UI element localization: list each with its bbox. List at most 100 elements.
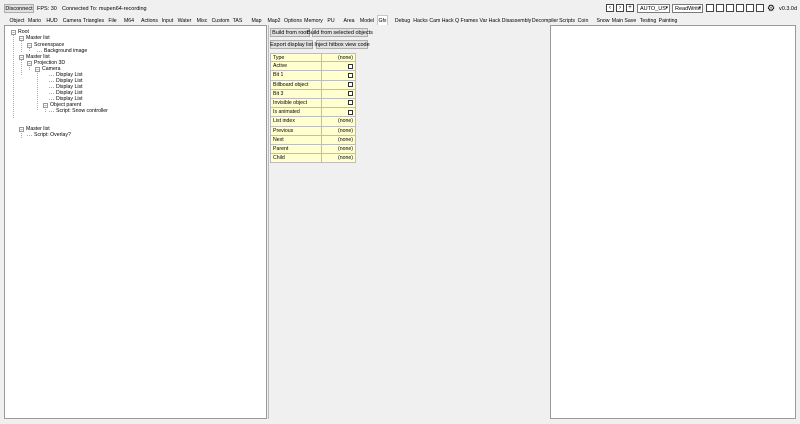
collapse-icon[interactable]: − <box>27 42 32 48</box>
tab-hud[interactable]: HUD <box>44 16 60 25</box>
tab-gfx[interactable]: Gfx <box>377 15 388 25</box>
tab-triangles[interactable]: Triangles <box>83 16 104 25</box>
tree-node-label: Script: Overlay? <box>34 132 71 138</box>
tree-node[interactable]: − Master list <box>19 35 50 41</box>
property-name: Active <box>273 63 288 70</box>
property-row[interactable]: Is animated <box>270 108 356 118</box>
tab-water[interactable]: Water <box>177 16 192 25</box>
collapse-icon[interactable]: − <box>11 29 16 35</box>
property-value[interactable]: (none) <box>338 118 353 124</box>
property-checkbox[interactable] <box>348 100 353 106</box>
property-row[interactable]: Active <box>270 62 356 72</box>
tree-guide-line <box>37 70 38 110</box>
collapse-icon[interactable]: − <box>19 54 24 60</box>
collapse-icon[interactable]: − <box>43 102 48 108</box>
property-checkbox[interactable] <box>348 82 353 88</box>
tree-node[interactable]: Script: Overlay? <box>27 132 71 138</box>
tab-cam-hack[interactable]: Cam Hack <box>429 16 453 25</box>
property-row[interactable]: Parent (none) <box>270 144 356 155</box>
build-from-selected-button[interactable]: Build from selected objects <box>307 28 373 37</box>
tab-input[interactable]: Input <box>160 16 175 25</box>
export-display-list-button[interactable]: Export display list <box>270 40 313 49</box>
tab-disassembly[interactable]: Disassembly <box>502 16 531 25</box>
property-checkbox[interactable] <box>348 72 353 78</box>
tab-custom[interactable]: Custom <box>212 16 230 25</box>
property-checkbox[interactable] <box>348 91 353 97</box>
property-row[interactable]: Billboard object <box>270 80 356 90</box>
property-value[interactable]: (none) <box>338 155 353 161</box>
tree-branch <box>37 50 42 52</box>
layout-left-icon[interactable] <box>706 4 714 12</box>
tab-mario[interactable]: Mario <box>27 16 42 25</box>
tab-file[interactable]: File <box>105 16 120 25</box>
tab-pu[interactable]: PU <box>324 16 338 25</box>
collapse-icon[interactable]: − <box>19 35 24 41</box>
gear-icon[interactable]: ⚙ <box>767 3 775 14</box>
tab-memory[interactable]: Memory <box>304 16 323 25</box>
arrow-left-icon[interactable]: ‹ <box>606 4 614 12</box>
tab-tas[interactable]: TAS <box>231 16 244 25</box>
property-row[interactable]: Child (none) <box>270 154 356 164</box>
tab-decompiler[interactable]: Decompiler <box>532 16 558 25</box>
property-name: Child <box>273 155 285 162</box>
property-row[interactable]: Previous (none) <box>270 126 356 136</box>
tab-object[interactable]: Object <box>9 16 25 25</box>
mode-select[interactable]: ReadWrite ▾ <box>672 4 703 13</box>
layout-top-icon[interactable] <box>736 4 744 12</box>
property-value[interactable]: (none) <box>338 128 353 134</box>
splitter[interactable] <box>268 25 269 419</box>
inject-hitbox-button[interactable]: Inject hitbox view code <box>314 40 370 49</box>
tab-debug[interactable]: Debug <box>394 16 411 25</box>
property-name: Billboard object <box>273 81 309 88</box>
tab-options[interactable]: Options <box>284 16 302 25</box>
tab-model[interactable]: Model <box>359 16 375 25</box>
column-divider <box>321 154 322 163</box>
tab-hacks[interactable]: Hacks <box>413 16 428 25</box>
emulator-select[interactable]: AUTO_US ▾ <box>637 4 670 13</box>
property-value[interactable]: (none) <box>338 137 353 143</box>
build-from-root-button[interactable]: Build from root <box>270 28 310 37</box>
property-checkbox[interactable] <box>348 109 353 115</box>
tab-var-hack[interactable]: Var Hack <box>480 16 501 25</box>
tab-m64[interactable]: M64 <box>122 16 136 25</box>
disconnect-button[interactable]: Disconnect <box>4 4 34 13</box>
property-row[interactable]: List index (none) <box>270 117 356 127</box>
tab-area[interactable]: Area <box>341 16 357 25</box>
layout-split-icon[interactable] <box>716 4 724 12</box>
tree-node[interactable]: Script: Snow controller <box>49 108 108 114</box>
layout-full-icon[interactable] <box>756 4 764 12</box>
tree-guide-line <box>13 33 14 118</box>
collapse-icon[interactable]: − <box>19 126 24 132</box>
arrow-right-icon[interactable]: › <box>616 4 624 12</box>
property-row[interactable]: Type (none) <box>270 53 356 63</box>
collapse-icon[interactable]: − <box>27 60 32 66</box>
tab-bar: Object Mario HUD Camera Triangles File M64 Acti… <box>0 15 800 25</box>
property-row[interactable]: Bit 3 <box>270 89 356 99</box>
tree-branch <box>49 92 54 94</box>
tab-map[interactable]: Map <box>249 16 264 25</box>
layout-bottom-icon[interactable] <box>746 4 754 12</box>
property-row[interactable]: Invisible object <box>270 98 356 109</box>
tab-scripts[interactable]: Scripts <box>559 16 575 25</box>
tab-camera[interactable]: Camera <box>62 16 82 25</box>
property-value[interactable]: (none) <box>338 146 353 152</box>
tab-coin[interactable]: Coin <box>577 16 589 25</box>
display-list-tree[interactable]: − Root − Master list − Screenspace Background … <box>4 25 267 419</box>
tab-painting[interactable]: Painting <box>659 16 678 25</box>
tab-main-save[interactable]: Main Save <box>612 16 637 25</box>
tab-map2[interactable]: Map2 <box>266 16 282 25</box>
property-row[interactable]: Next (none) <box>270 135 356 145</box>
tab-q-frames[interactable]: Q Frames <box>455 16 478 25</box>
property-value[interactable]: (none) <box>338 55 353 61</box>
tab-snow[interactable]: Snow <box>596 16 610 25</box>
column-divider <box>321 135 322 144</box>
property-row[interactable]: Bit 1 <box>270 71 356 81</box>
tab-actions[interactable]: Actions <box>141 16 158 25</box>
layout-right-icon[interactable] <box>726 4 734 12</box>
property-checkbox[interactable] <box>348 63 353 69</box>
plus-icon[interactable]: + <box>626 4 634 12</box>
tab-testing[interactable]: Testing <box>640 16 656 25</box>
collapse-icon[interactable]: − <box>35 66 40 72</box>
tab-misc[interactable]: Misc <box>194 16 210 25</box>
property-name: List index <box>273 118 295 125</box>
